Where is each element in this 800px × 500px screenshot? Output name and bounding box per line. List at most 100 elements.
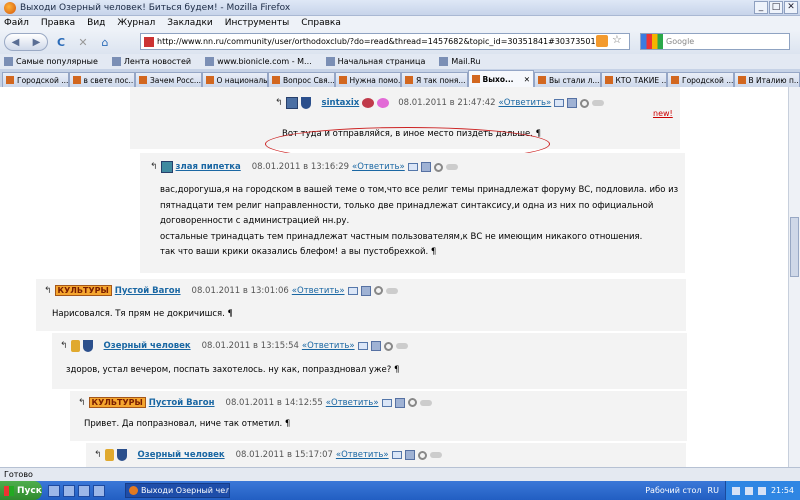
- close-button[interactable]: ✕: [784, 1, 798, 14]
- language-indicator[interactable]: RU: [708, 486, 719, 495]
- reply-link[interactable]: «Ответить»: [302, 341, 355, 351]
- forward-button[interactable]: ▶: [33, 37, 41, 48]
- present-icon[interactable]: [404, 450, 415, 460]
- desktop-label[interactable]: Рабочий стол: [645, 486, 701, 495]
- tab[interactable]: Вы стали л...: [534, 72, 601, 87]
- scrollbar-thumb[interactable]: [790, 217, 799, 277]
- start-button[interactable]: Пуск: [0, 481, 42, 500]
- reload-button[interactable]: C: [52, 33, 70, 51]
- tab-active[interactable]: Выхо... ✕: [467, 70, 534, 87]
- bionicle-icon: [205, 57, 215, 66]
- tab[interactable]: Городской ...: [2, 72, 69, 87]
- tab-close-icon[interactable]: ✕: [524, 75, 530, 84]
- tray-icon[interactable]: [744, 486, 753, 495]
- edit-icon[interactable]: [592, 100, 605, 106]
- reply-link[interactable]: «Ответить»: [326, 398, 379, 408]
- tab[interactable]: Я так поня...: [401, 72, 468, 87]
- search-icon[interactable]: [580, 98, 590, 108]
- reply-arrow-icon[interactable]: ↰: [44, 286, 52, 296]
- edit-icon[interactable]: [445, 164, 458, 170]
- reply-link[interactable]: «Ответить»: [336, 450, 389, 460]
- present-icon[interactable]: [370, 341, 381, 351]
- bookmark-item[interactable]: Самые популярные: [4, 57, 98, 66]
- edit-icon[interactable]: [395, 343, 408, 349]
- maximize-button[interactable]: □: [769, 1, 783, 14]
- bookmark-item[interactable]: Mail.Ru: [439, 57, 480, 66]
- tab[interactable]: Нужна помо...: [334, 72, 401, 87]
- edit-icon[interactable]: [429, 452, 442, 458]
- new-badge[interactable]: new!: [653, 109, 673, 118]
- comment-text: Нарисовался. Тя прям не докричишся. ¶: [52, 309, 233, 319]
- search-icon[interactable]: [383, 341, 393, 351]
- message-icon[interactable]: [407, 163, 418, 171]
- present-icon[interactable]: [394, 397, 405, 408]
- reply-arrow-icon[interactable]: ↰: [275, 98, 283, 108]
- stop-button[interactable]: ✕: [74, 33, 92, 51]
- bookmark-item[interactable]: www.bionicle.com - M...: [205, 57, 312, 66]
- message-icon[interactable]: [347, 286, 358, 295]
- present-icon[interactable]: [567, 98, 578, 108]
- home-button[interactable]: ⌂: [96, 33, 114, 51]
- menu-view[interactable]: Вид: [87, 18, 105, 28]
- clock[interactable]: 21:54: [771, 486, 794, 495]
- reply-link[interactable]: «Ответить»: [352, 162, 405, 172]
- tray-icon[interactable]: [757, 486, 766, 495]
- reply-arrow-icon[interactable]: ↰: [78, 398, 86, 408]
- menu-file[interactable]: Файл: [4, 18, 29, 28]
- message-icon[interactable]: [554, 99, 565, 107]
- message-icon[interactable]: [357, 342, 368, 350]
- quick-launch-icon[interactable]: [78, 484, 90, 497]
- tab[interactable]: О националь...: [201, 72, 268, 87]
- quick-launch-icon[interactable]: [63, 484, 75, 497]
- tray-icon[interactable]: [731, 486, 740, 495]
- quick-launch-icon[interactable]: [93, 484, 105, 497]
- username[interactable]: sintaxix: [322, 98, 360, 108]
- menu-help[interactable]: Справка: [301, 18, 341, 28]
- reply-link[interactable]: «Ответить»: [499, 98, 552, 108]
- bookmark-item[interactable]: Начальная страница: [325, 57, 425, 66]
- quick-launch-icon[interactable]: [48, 484, 60, 497]
- reply-arrow-icon[interactable]: ↰: [94, 450, 102, 460]
- tab[interactable]: В Италию п...: [733, 72, 800, 87]
- url-bar[interactable]: http://www.nn.ru/community/user/orthodox…: [140, 33, 630, 50]
- bookmark-star-icon[interactable]: ☆: [612, 33, 622, 46]
- taskbar-item-firefox[interactable]: Выходи Озерный чел...: [125, 483, 230, 498]
- rss-icon[interactable]: [596, 35, 608, 47]
- present-icon[interactable]: [420, 162, 431, 172]
- menu-bookmarks[interactable]: Закладки: [167, 18, 213, 28]
- menu-history[interactable]: Журнал: [117, 18, 155, 28]
- back-button[interactable]: ◀: [12, 37, 20, 48]
- edit-icon[interactable]: [385, 287, 398, 294]
- search-icon[interactable]: [417, 450, 427, 460]
- message-icon[interactable]: [381, 398, 392, 407]
- reply-arrow-icon[interactable]: ↰: [150, 162, 158, 172]
- username[interactable]: Озерный человек: [104, 341, 191, 351]
- search-icon[interactable]: [407, 398, 417, 407]
- bookmark-item[interactable]: Лента новостей: [111, 57, 191, 66]
- search-icon[interactable]: [433, 162, 443, 172]
- search-box[interactable]: Google: [640, 33, 790, 50]
- minimize-button[interactable]: _: [754, 1, 768, 14]
- username[interactable]: Пустой Вагон: [149, 398, 215, 408]
- message-icon[interactable]: [391, 451, 402, 459]
- post-date: 08.01.2011 в 13:16:29: [251, 162, 350, 172]
- comment-header: ↰ злая пипетка 08.01.2011 в 13:16:29 «От…: [150, 161, 458, 173]
- tab[interactable]: КТО ТАКИЕ ...: [600, 72, 667, 87]
- reply-link[interactable]: «Ответить»: [292, 286, 345, 296]
- google-icon[interactable]: [641, 34, 663, 49]
- edit-icon[interactable]: [419, 399, 432, 406]
- tab[interactable]: Вопрос Свя...: [268, 72, 335, 87]
- menu-tools[interactable]: Инструменты: [225, 18, 289, 28]
- tab[interactable]: в свете пос...: [68, 72, 135, 87]
- tab[interactable]: Городской ...: [667, 72, 734, 87]
- search-icon[interactable]: [373, 286, 383, 295]
- username[interactable]: Пустой Вагон: [115, 286, 181, 296]
- username[interactable]: Озерный человек: [138, 450, 225, 460]
- vertical-scrollbar[interactable]: [788, 87, 800, 467]
- menu-edit[interactable]: Правка: [41, 18, 75, 28]
- tab[interactable]: Зачем Росс...: [135, 72, 202, 87]
- title-bar: Выходи Озерный человек! Биться будем! - …: [0, 0, 800, 16]
- username[interactable]: злая пипетка: [176, 162, 241, 172]
- reply-arrow-icon[interactable]: ↰: [60, 341, 68, 351]
- present-icon[interactable]: [360, 285, 371, 296]
